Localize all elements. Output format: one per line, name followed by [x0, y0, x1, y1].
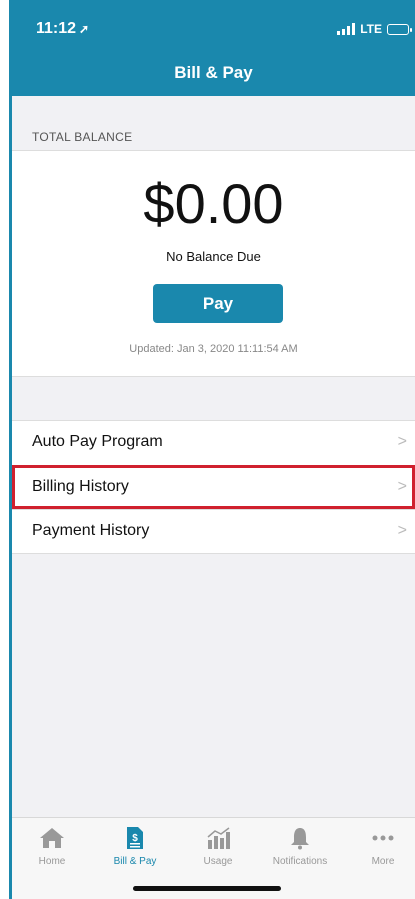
tab-label: Usage: [203, 856, 233, 867]
tab-label: More: [371, 856, 395, 867]
balance-card: $0.00 No Balance Due Pay Updated: Jan 3,…: [12, 150, 415, 377]
bell-icon: [291, 828, 309, 850]
menu-item-billing-history[interactable]: Billing History >: [12, 465, 415, 509]
balance-amount: $0.00: [143, 172, 284, 235]
status-indicators: LTE: [337, 22, 412, 36]
bill-icon: $: [127, 827, 143, 849]
tab-notifications[interactable]: Notifications: [260, 826, 340, 867]
home-icon: [40, 828, 64, 848]
battery-icon: [387, 23, 412, 35]
tab-home[interactable]: Home: [12, 826, 92, 867]
svg-text:$: $: [132, 833, 138, 844]
chevron-right-icon: >: [397, 433, 407, 450]
app-screen: 11:12 ➚ LTE Bill & Pay TOTAL BALANCE $0.0…: [0, 0, 415, 899]
network-label: LTE: [360, 22, 382, 36]
usage-icon: [207, 827, 230, 849]
menu-item-label: Payment History: [32, 522, 150, 539]
page-title: Bill & Pay: [174, 63, 253, 82]
home-indicator[interactable]: [133, 886, 281, 891]
total-balance-label: TOTAL BALANCE: [32, 130, 133, 144]
location-arrow-icon: ➚: [79, 22, 90, 36]
balance-due-text: No Balance Due: [166, 249, 261, 264]
menu-item-label: Billing History: [32, 478, 129, 495]
status-bar: 11:12 ➚ LTE: [12, 0, 415, 50]
tab-label: Bill & Pay: [113, 856, 157, 867]
menu-item-auto-pay[interactable]: Auto Pay Program >: [12, 421, 415, 465]
status-time: 11:12 ➚: [36, 20, 89, 38]
chevron-right-icon: >: [397, 478, 407, 495]
menu-item-payment-history[interactable]: Payment History >: [12, 509, 415, 553]
chevron-right-icon: >: [397, 522, 407, 539]
pay-button[interactable]: Pay: [153, 284, 283, 323]
more-icon: [372, 835, 394, 841]
billing-menu: Auto Pay Program > Billing History > Pay…: [12, 420, 415, 554]
main-content[interactable]: TOTAL BALANCE $0.00 No Balance Due Pay U…: [12, 96, 415, 818]
tab-label: Home: [38, 856, 66, 867]
tab-more[interactable]: More: [343, 826, 415, 867]
updated-timestamp: Updated: Jan 3, 2020 11:11:54 AM: [129, 343, 298, 355]
status-time-text: 11:12: [36, 20, 77, 37]
signal-icon: [337, 23, 356, 35]
left-edge-stripe: [9, 0, 12, 899]
tab-bill-pay[interactable]: $ Bill & Pay: [95, 826, 175, 867]
menu-item-label: Auto Pay Program: [32, 433, 163, 450]
tab-label: Notifications: [272, 856, 328, 867]
tab-usage[interactable]: Usage: [178, 826, 258, 867]
nav-bar: Bill & Pay: [12, 50, 415, 96]
